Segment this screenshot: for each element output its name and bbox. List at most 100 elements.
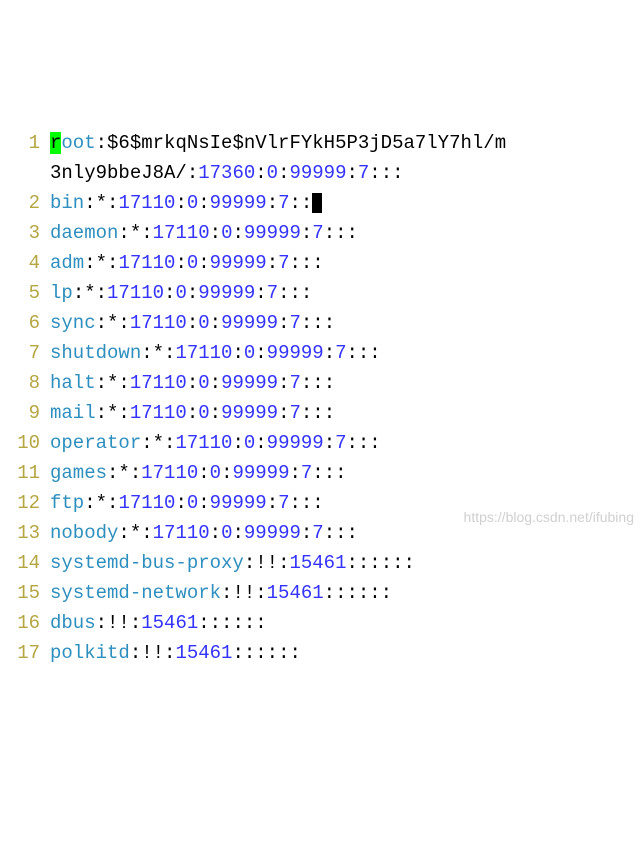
sep: :	[96, 402, 107, 424]
line-content[interactable]: mail:*:17110:0:99999:7:::	[50, 398, 640, 428]
line-11[interactable]: 11 games:*:17110:0:99999:7:::	[4, 458, 640, 488]
line-7[interactable]: 7shutdown:*:17110:0:99999:7:::	[4, 338, 640, 368]
sep: :	[187, 402, 198, 424]
min: 0	[175, 282, 186, 304]
line-3[interactable]: 3daemon:*:17110:0:99999:7:::	[4, 218, 640, 248]
sep: :	[130, 642, 141, 664]
sep: :	[141, 522, 152, 544]
text-cursor	[312, 193, 322, 213]
sep: :	[187, 312, 198, 334]
sep: :	[198, 462, 209, 484]
lastchg: 17110	[175, 432, 232, 454]
min: 0	[198, 372, 209, 394]
shadow-file-editor[interactable]: 1root:$6$mrkqNsIe$nVlrFYkH5P3jD5a7lY7hl/…	[4, 128, 640, 668]
sep: :	[278, 552, 289, 574]
sep: :	[198, 492, 209, 514]
username: systemd-network	[50, 582, 221, 604]
line-content-wrap[interactable]: 3nly9bbeJ8A/:17360:0:99999:7:::	[50, 158, 640, 188]
line-16[interactable]: 16 dbus:!!:15461::::::	[4, 608, 640, 638]
sep: :	[164, 432, 175, 454]
line-number: 11	[4, 458, 40, 488]
username: dbus	[50, 612, 96, 634]
sep: :	[289, 462, 300, 484]
sep: :	[107, 462, 118, 484]
line-content[interactable]: games:*:17110:0:99999:7:::	[50, 458, 640, 488]
lastchg: 17110	[130, 312, 187, 334]
tail: ::::::	[198, 612, 266, 634]
line-content[interactable]: systemd-network:!!:15461::::::	[50, 578, 640, 608]
line-content[interactable]: root:$6$mrkqNsIe$nVlrFYkH5P3jD5a7lY7hl/m	[50, 128, 640, 158]
sep: :	[141, 222, 152, 244]
sep: :	[96, 372, 107, 394]
lastchg: 17110	[130, 372, 187, 394]
username: adm	[50, 252, 84, 274]
sep: :	[255, 582, 266, 604]
line-content[interactable]: dbus:!!:15461::::::	[50, 608, 640, 638]
password-asterisk: *	[153, 342, 164, 364]
lastchg: 17110	[175, 342, 232, 364]
tail: :::	[369, 162, 403, 184]
password-asterisk: *	[96, 252, 107, 274]
line-number: 16	[4, 608, 40, 638]
line-content[interactable]: shutdown:*:17110:0:99999:7:::	[50, 338, 640, 368]
line-5[interactable]: 5lp:*:17110:0:99999:7:::	[4, 278, 640, 308]
sep: :	[84, 492, 95, 514]
line-9[interactable]: 9 mail:*:17110:0:99999:7:::	[4, 398, 640, 428]
line-number: 9	[4, 398, 40, 428]
password-asterisk: *	[130, 222, 141, 244]
line-10[interactable]: 10operator:*:17110:0:99999:7:::	[4, 428, 640, 458]
min: 0	[221, 222, 232, 244]
tail: ::::::	[324, 582, 392, 604]
password-asterisk: *	[96, 492, 107, 514]
username: bin	[50, 192, 84, 214]
line-8[interactable]: 8halt:*:17110:0:99999:7:::	[4, 368, 640, 398]
line-number: 2	[4, 188, 40, 218]
line-content[interactable]: daemon:*:17110:0:99999:7:::	[50, 218, 640, 248]
line-number: 12	[4, 488, 40, 518]
sep: :	[232, 222, 243, 244]
sep: :	[118, 372, 129, 394]
line-4[interactable]: 4adm:*:17110:0:99999:7:::	[4, 248, 640, 278]
line-number: 15	[4, 578, 40, 608]
line-content[interactable]: systemd-bus-proxy:!!:15461::::::	[50, 548, 640, 578]
sep: :	[210, 372, 221, 394]
sep: :	[255, 282, 266, 304]
line-14[interactable]: 14systemd-bus-proxy:!!:15461::::::	[4, 548, 640, 578]
line-2[interactable]: 2 bin:*:17110:0:99999:7::	[4, 188, 640, 218]
line-1-wrap[interactable]: 3nly9bbeJ8A/:17360:0:99999:7:::	[4, 158, 640, 188]
line-content[interactable]: operator:*:17110:0:99999:7:::	[50, 428, 640, 458]
line-number: 4	[4, 248, 40, 278]
max: 99999	[267, 432, 324, 454]
line-content[interactable]: polkitd:!!:15461::::::	[50, 638, 640, 668]
sep: :	[118, 522, 129, 544]
warn: 7	[289, 372, 300, 394]
sep: :	[96, 312, 107, 334]
line-17[interactable]: 17polkitd:!!:15461::::::	[4, 638, 640, 668]
sep: :	[267, 252, 278, 274]
line-content[interactable]: bin:*:17110:0:99999:7::	[50, 188, 640, 218]
sep: :	[324, 342, 335, 364]
sep: :	[73, 282, 84, 304]
line-6[interactable]: 6sync:*:17110:0:99999:7:::	[4, 308, 640, 338]
sep: :	[141, 432, 152, 454]
line-content[interactable]: lp:*:17110:0:99999:7:::	[50, 278, 640, 308]
lastchg: 15461	[141, 612, 198, 634]
tail: :::	[324, 222, 358, 244]
password-locked: !!	[232, 582, 255, 604]
line-15[interactable]: 15 systemd-network:!!:15461::::::	[4, 578, 640, 608]
sep: :	[221, 462, 232, 484]
username: lp	[50, 282, 73, 304]
line-content[interactable]: adm:*:17110:0:99999:7:::	[50, 248, 640, 278]
warn: 7	[267, 282, 278, 304]
sep: :	[255, 432, 266, 454]
username: operator	[50, 432, 141, 454]
line-1[interactable]: 1root:$6$mrkqNsIe$nVlrFYkH5P3jD5a7lY7hl/…	[4, 128, 640, 158]
sep: :	[175, 252, 186, 274]
line-content[interactable]: sync:*:17110:0:99999:7:::	[50, 308, 640, 338]
lastchg: 17360	[198, 162, 255, 184]
line-content[interactable]: halt:*:17110:0:99999:7:::	[50, 368, 640, 398]
sep: :	[278, 312, 289, 334]
min: 0	[187, 252, 198, 274]
sep: :	[244, 552, 255, 574]
username: halt	[50, 372, 96, 394]
